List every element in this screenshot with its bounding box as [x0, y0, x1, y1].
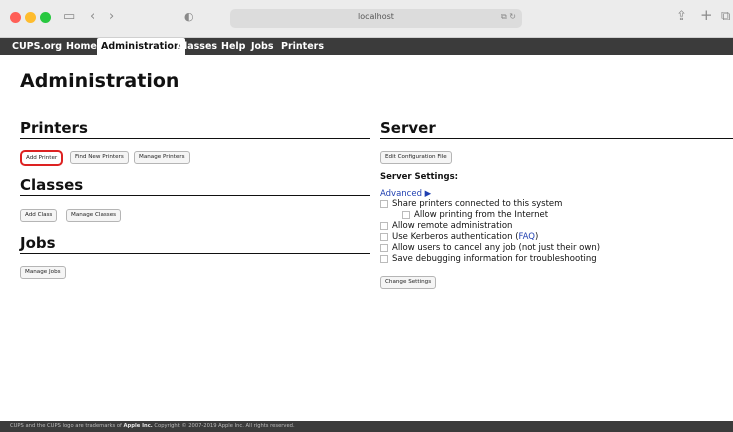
faq-link[interactable]: FAQ [519, 232, 535, 242]
share-icon[interactable]: ⇪ [676, 9, 687, 25]
manage-jobs-button[interactable]: Manage Jobs [20, 266, 66, 279]
option-label: Allow users to cancel any job (not just … [392, 243, 601, 253]
footer: CUPS and the CUPS logo are trademarks of… [0, 421, 733, 432]
advanced-link[interactable]: Advanced ▶ [380, 189, 431, 199]
browser-toolbar: ▭ ‹ › ◐ localhost ⧉ ↻ ⇪ + ⧉ [0, 0, 733, 38]
back-icon[interactable]: ‹ [90, 9, 95, 25]
cups-navbar: CUPS.org Home Administration Classes Hel… [0, 38, 733, 55]
option-label: Share printers connected to this system [392, 199, 563, 209]
footer-prefix: CUPS and the CUPS logo are trademarks of [10, 423, 124, 429]
manage-printers-button[interactable]: Manage Printers [134, 151, 190, 164]
jobs-heading: Jobs [20, 234, 370, 254]
option-label: Allow remote administration [392, 221, 513, 231]
option-label-close: ) [535, 232, 539, 242]
edit-configuration-file-button[interactable]: Edit Configuration File [380, 151, 452, 164]
debug-logging-checkbox[interactable] [380, 254, 388, 263]
nav-home[interactable]: Home [66, 38, 97, 55]
server-settings-label: Server Settings: [380, 172, 459, 182]
classes-heading: Classes [20, 176, 370, 196]
option-kerberos: Use Kerberos authentication (FAQ) [380, 232, 538, 242]
cancel-any-job-checkbox[interactable] [380, 243, 388, 252]
translate-and-reload-icons[interactable]: ⧉ ↻ [501, 12, 516, 22]
nav-printers[interactable]: Printers [281, 38, 324, 55]
address-bar[interactable]: localhost ⧉ ↻ [230, 9, 522, 28]
nav-jobs[interactable]: Jobs [251, 38, 274, 55]
forward-icon[interactable]: › [109, 9, 114, 25]
add-printer-button[interactable]: Add Printer [20, 150, 64, 166]
url-text: localhost [358, 12, 394, 21]
close-window-button[interactable] [10, 12, 21, 23]
option-cancel-any-job: Allow users to cancel any job (not just … [380, 243, 600, 253]
sidebar-icon[interactable]: ▭ [63, 9, 75, 25]
remote-admin-checkbox[interactable] [380, 221, 388, 230]
server-heading: Server [380, 119, 733, 139]
manage-classes-button[interactable]: Manage Classes [66, 209, 122, 222]
footer-suffix: Copyright © 2007-2019 Apple Inc. All rig… [152, 423, 295, 429]
minimize-window-button[interactable] [25, 12, 36, 23]
printers-heading: Printers [20, 119, 370, 139]
kerberos-checkbox[interactable] [380, 232, 388, 241]
change-settings-button[interactable]: Change Settings [380, 276, 437, 289]
nav-help[interactable]: Help [221, 38, 245, 55]
privacy-shield-icon[interactable]: ◐ [184, 9, 194, 25]
share-printers-checkbox[interactable] [380, 199, 388, 208]
option-label: Use Kerberos authentication ( [392, 232, 519, 242]
option-share-printers: Share printers connected to this system [380, 199, 562, 209]
find-new-printers-button[interactable]: Find New Printers [70, 151, 129, 164]
allow-internet-checkbox[interactable] [402, 210, 410, 219]
tab-overview-icon[interactable]: ⧉ [721, 9, 730, 25]
footer-company: Apple Inc. [123, 423, 153, 429]
nav-administration[interactable]: Administration [97, 38, 185, 55]
page-title: Administration [20, 70, 180, 92]
option-label: Allow printing from the Internet [414, 210, 549, 220]
new-tab-icon[interactable]: + [700, 7, 713, 23]
option-remote-admin: Allow remote administration [380, 221, 512, 231]
add-class-button[interactable]: Add Class [20, 209, 58, 222]
option-allow-internet: Allow printing from the Internet [402, 210, 548, 220]
zoom-window-button[interactable] [40, 12, 51, 23]
nav-brand-link[interactable]: CUPS.org [12, 38, 62, 55]
option-label: Save debugging information for troublesh… [392, 254, 597, 264]
nav-classes[interactable]: Classes [177, 38, 217, 55]
option-debug-logging: Save debugging information for troublesh… [380, 254, 597, 264]
